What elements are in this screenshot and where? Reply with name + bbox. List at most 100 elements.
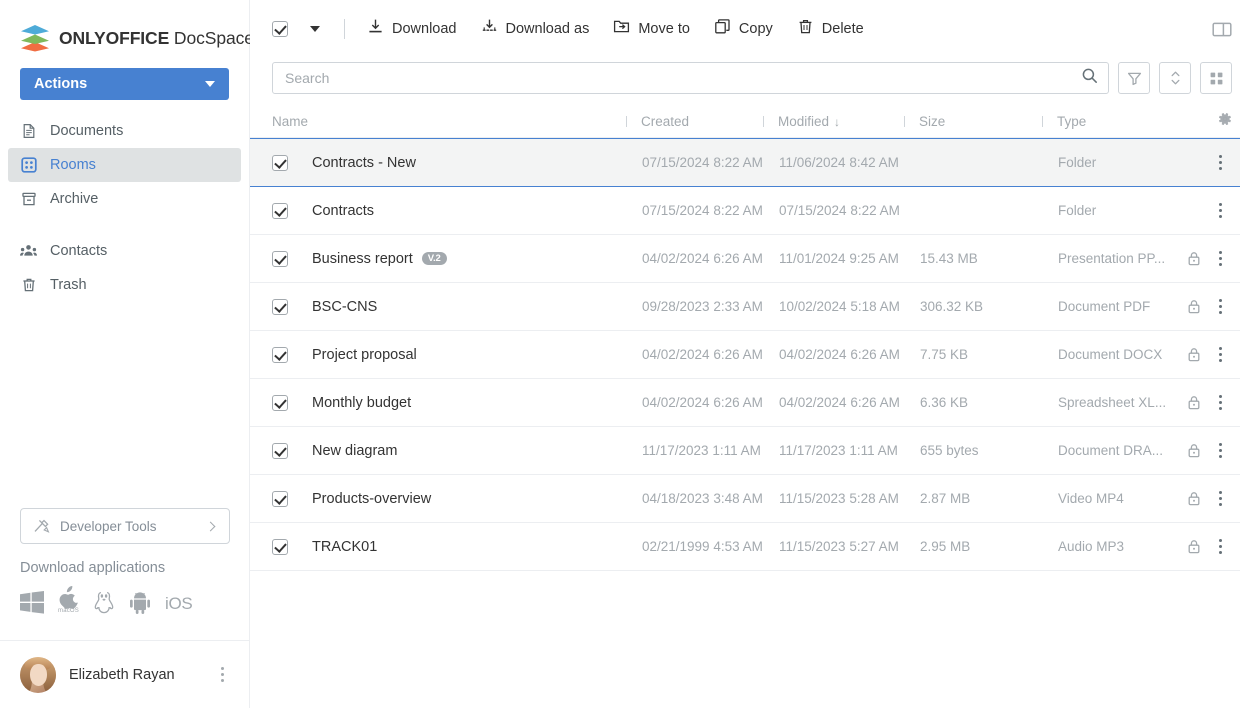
download-button[interactable]: Download (367, 18, 457, 40)
apple-macos-icon[interactable]: macOS (58, 586, 79, 614)
column-header-size[interactable]: Size (904, 114, 1042, 129)
select-all-dropdown-icon[interactable] (310, 26, 320, 32)
grid-view-icon[interactable] (1200, 62, 1232, 94)
row-menu-icon[interactable] (1213, 488, 1228, 509)
row-menu-icon[interactable] (1213, 296, 1228, 317)
file-name[interactable]: Products-overview (312, 491, 431, 507)
search-input[interactable] (285, 70, 1081, 86)
table-row[interactable]: BSC-CNS 09/28/2023 2:33 AM 10/02/2024 5:18… (250, 283, 1240, 331)
select-all-checkbox[interactable] (272, 21, 288, 37)
file-name[interactable]: Contracts - New (312, 155, 416, 171)
user-profile[interactable]: Elizabeth Rayan (0, 640, 250, 708)
row-context-menu[interactable] (1208, 152, 1232, 173)
cell-type: Folder (1058, 203, 1097, 218)
rooms-grid-icon (20, 157, 37, 174)
move-to-button[interactable]: Move to (613, 18, 690, 40)
table-row[interactable]: Monthly budget 04/02/2024 6:26 AM 04/02/20… (250, 379, 1240, 427)
cell-created: 07/15/2024 8:22 AM (642, 203, 763, 218)
search-box[interactable] (272, 62, 1109, 94)
row-menu-icon[interactable] (1213, 200, 1228, 221)
avatar[interactable] (20, 656, 56, 693)
row-checkbox[interactable] (272, 346, 288, 363)
lock-icon[interactable] (1180, 299, 1208, 314)
file-name[interactable]: Business report (312, 251, 413, 267)
column-header-created[interactable]: Created (626, 114, 763, 129)
copy-button[interactable]: Copy (714, 18, 773, 40)
file-name[interactable]: BSC-CNS (312, 299, 377, 315)
column-header-modified[interactable]: Modified ↓ (763, 114, 904, 129)
row-context-menu[interactable] (1208, 200, 1232, 221)
row-checkbox[interactable] (272, 442, 288, 459)
search-icon[interactable] (1081, 67, 1098, 89)
row-context-menu[interactable] (1208, 536, 1232, 557)
cell-modified: 04/02/2024 6:26 AM (779, 395, 900, 410)
row-menu-icon[interactable] (1213, 440, 1228, 461)
cell-type: Document PDF (1058, 299, 1151, 314)
row-menu-icon[interactable] (1213, 392, 1228, 413)
column-header-type[interactable]: Type (1042, 114, 1164, 129)
delete-button[interactable]: Delete (797, 18, 864, 40)
download-applications-icons: macOS iOS (0, 586, 250, 640)
linux-penguin-icon[interactable] (93, 591, 115, 614)
filter-icon[interactable] (1118, 62, 1150, 94)
lock-icon[interactable] (1180, 251, 1208, 266)
brand-light: DocSpace (169, 27, 254, 48)
row-checkbox[interactable] (272, 250, 288, 267)
table-row[interactable]: Products-overview 04/18/2023 3:48 AM 11/15… (250, 475, 1240, 523)
file-name[interactable]: Monthly budget (312, 395, 411, 411)
cell-size: 2.95 MB (920, 539, 971, 554)
row-context-menu[interactable] (1208, 488, 1232, 509)
sidebar-item-rooms[interactable]: Rooms (8, 148, 241, 182)
column-header-name[interactable]: Name (272, 114, 626, 129)
sidebar-item-documents[interactable]: Documents (8, 114, 241, 148)
row-checkbox[interactable] (272, 298, 288, 315)
file-name[interactable]: TRACK01 (312, 539, 377, 555)
row-menu-icon[interactable] (1213, 152, 1228, 173)
copy-icon (714, 18, 731, 40)
file-name[interactable]: Contracts (312, 203, 374, 219)
sidebar-item-archive[interactable]: Archive (8, 182, 241, 216)
row-menu-icon[interactable] (1213, 344, 1228, 365)
table-row[interactable]: Contracts 07/15/2024 8:22 AM 07/15/2024 8:… (250, 187, 1240, 235)
row-context-menu[interactable] (1208, 392, 1232, 413)
ios-text-icon[interactable]: iOS (165, 594, 193, 614)
cell-modified: 07/15/2024 8:22 AM (779, 203, 900, 218)
row-checkbox[interactable] (272, 538, 288, 555)
row-menu-icon[interactable] (1213, 248, 1228, 269)
sidebar-item-trash[interactable]: Trash (8, 268, 241, 302)
profile-menu-icon[interactable] (215, 663, 230, 686)
table-row[interactable]: TRACK01 02/21/1999 4:53 AM 11/15/2023 5:27… (250, 523, 1240, 571)
download-as-button[interactable]: Download as (481, 18, 589, 40)
row-context-menu[interactable] (1208, 440, 1232, 461)
actions-button[interactable]: Actions (20, 68, 229, 100)
row-context-menu[interactable] (1208, 344, 1232, 365)
table-row[interactable]: Business report V.2 04/02/2024 6:26 AM 11/0… (250, 235, 1240, 283)
table-row[interactable]: Contracts - New 07/15/2024 8:22 AM 11/06/2… (250, 138, 1240, 187)
table-row[interactable]: New diagram 11/17/2023 1:11 AM 11/17/2023 … (250, 427, 1240, 475)
row-context-menu[interactable] (1208, 248, 1232, 269)
windows-icon[interactable] (20, 591, 44, 614)
panel-toggle-icon[interactable] (1212, 21, 1232, 38)
brand[interactable]: ONLYOFFICE DocSpace (0, 0, 254, 56)
lock-icon[interactable] (1180, 395, 1208, 410)
row-checkbox[interactable] (272, 394, 288, 411)
table-row[interactable]: Project proposal 04/02/2024 6:26 AM 04/02/… (250, 331, 1240, 379)
lock-icon[interactable] (1180, 347, 1208, 362)
column-label-name: Name (272, 114, 309, 129)
lock-icon[interactable] (1180, 443, 1208, 458)
android-icon[interactable] (129, 591, 151, 614)
row-context-menu[interactable] (1208, 296, 1232, 317)
lock-icon[interactable] (1180, 539, 1208, 554)
row-checkbox[interactable] (272, 490, 288, 507)
file-name[interactable]: Project proposal (312, 347, 417, 363)
row-checkbox[interactable] (272, 154, 288, 171)
developer-tools-button[interactable]: Developer Tools (20, 508, 230, 544)
lock-icon[interactable] (1180, 491, 1208, 506)
gear-icon[interactable] (1218, 112, 1232, 131)
sidebar-item-contacts[interactable]: Contacts (8, 234, 241, 268)
row-checkbox[interactable] (272, 202, 288, 219)
sort-icon[interactable] (1159, 62, 1191, 94)
file-name[interactable]: New diagram (312, 443, 397, 459)
row-menu-icon[interactable] (1213, 536, 1228, 557)
